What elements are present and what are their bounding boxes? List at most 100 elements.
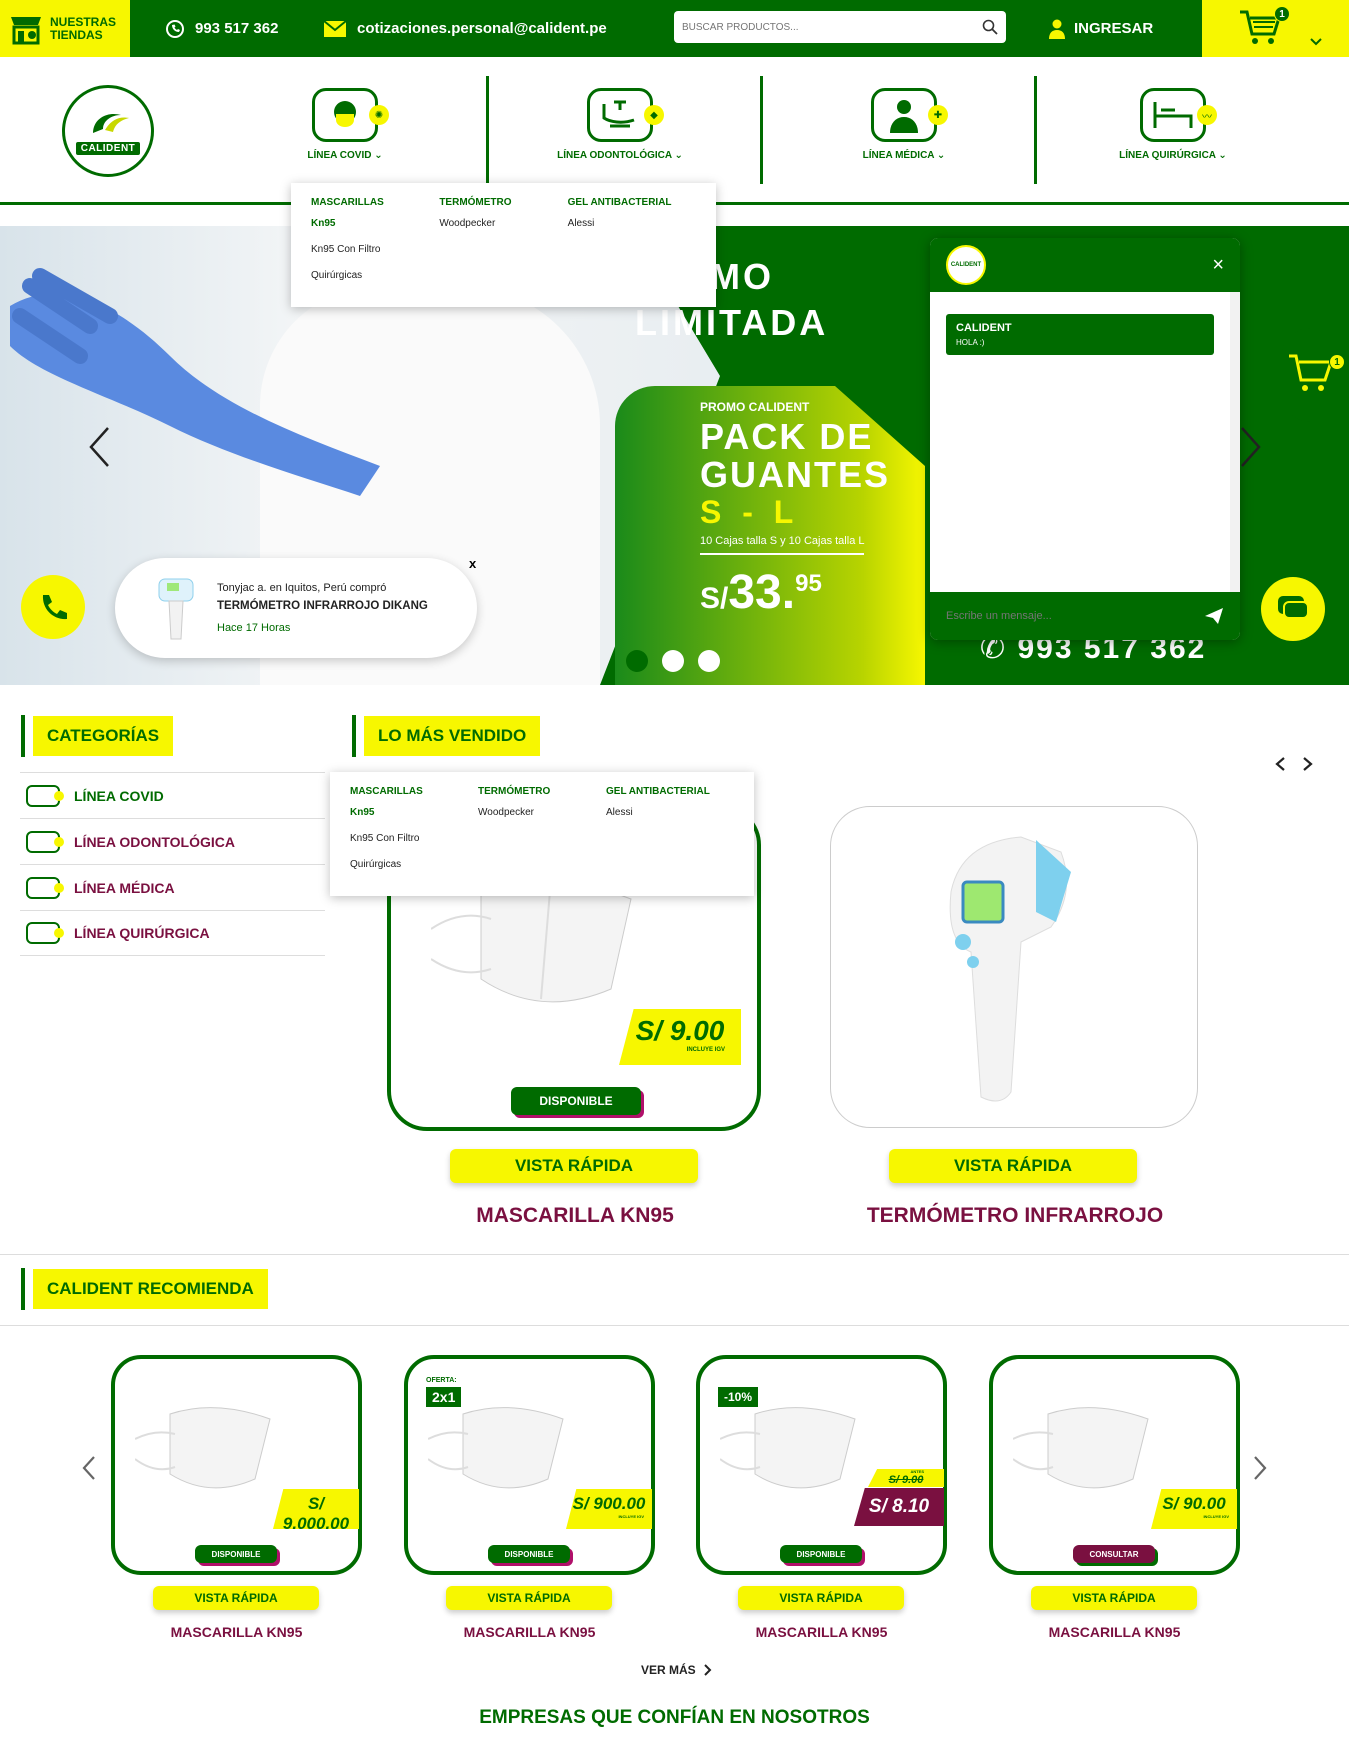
thermometer-icon xyxy=(158,578,194,640)
price-tag: S/ 9.000.00 INCLUYE IGV xyxy=(273,1489,359,1529)
dropdown-item[interactable]: Quirúrgicas xyxy=(311,270,439,281)
dental-chair-icon xyxy=(26,830,64,853)
slide-dot[interactable] xyxy=(698,650,720,672)
category-item-surgical[interactable]: LÍNEA QUIRÚRGICA xyxy=(20,910,325,956)
whatsapp-icon xyxy=(166,19,184,38)
kn95-mask-image xyxy=(720,1407,856,1489)
mask-person-icon xyxy=(26,784,64,807)
login-link[interactable]: INGRESAR xyxy=(1048,0,1153,57)
logo-wordmark: CALIDENT xyxy=(75,141,141,155)
dropdown-item[interactable]: Quirúrgicas xyxy=(350,859,478,870)
chevron-left-icon[interactable] xyxy=(82,1455,96,1481)
chevron-right-icon[interactable] xyxy=(1253,1455,1267,1481)
product-card[interactable] xyxy=(830,806,1198,1128)
chat-avatar: CALIDENT xyxy=(946,245,986,285)
dropdown-item[interactable]: Woodpecker xyxy=(439,218,567,229)
quick-view-button[interactable]: VISTA RÁPIDA xyxy=(889,1149,1137,1183)
product-card[interactable]: S/ 9.000.00 INCLUYE IGV DISPONIBLE xyxy=(111,1355,362,1575)
chat-toggle-button[interactable] xyxy=(1261,577,1325,641)
chevron-down-icon[interactable] xyxy=(1310,38,1322,46)
nav-dropdown-menu: MASCARILLAS Kn95 Kn95 Con Filtro Quirúrg… xyxy=(291,183,716,307)
dropdown-item[interactable]: Alessi xyxy=(568,218,696,229)
surgical-bed-icon xyxy=(26,922,64,944)
quick-view-button[interactable]: VISTA RÁPIDA xyxy=(446,1586,612,1610)
dropdown-item[interactable]: Kn95 xyxy=(350,807,478,818)
dropdown-column: GEL ANTIBACTERIAL Alessi xyxy=(568,197,696,293)
dropdown-heading: MASCARILLAS xyxy=(350,786,423,797)
chat-footer xyxy=(930,592,1240,640)
dropdown-item[interactable]: Kn95 Con Filtro xyxy=(350,833,478,844)
send-icon[interactable] xyxy=(1204,607,1224,625)
product-title[interactable]: MASCARILLA KN95 xyxy=(696,1624,947,1640)
product-title[interactable]: MASCARILLA KN95 xyxy=(404,1624,655,1640)
user-icon xyxy=(1049,19,1065,39)
availability-badge: DISPONIBLE xyxy=(488,1545,570,1563)
dropdown-item[interactable]: Alessi xyxy=(606,807,734,818)
dropdown-column: TERMÓMETRO Woodpecker xyxy=(478,786,606,882)
promo-big2: GUANTES xyxy=(700,454,891,495)
dropdown-heading: GEL ANTIBACTERIAL xyxy=(606,786,710,797)
see-more-link[interactable]: VER MÁS xyxy=(641,1663,712,1677)
category-item-covid[interactable]: LÍNEA COVID xyxy=(20,772,325,818)
category-item-medical[interactable]: LÍNEA MÉDICA xyxy=(20,864,325,910)
chevron-right-icon xyxy=(703,1664,712,1676)
product-title[interactable]: MASCARILLA KN95 xyxy=(989,1624,1240,1640)
nav-label-dental: LÍNEA ODONTOLÓGICA ⌄ xyxy=(557,150,683,161)
mail-icon xyxy=(323,19,347,37)
availability-badge: DISPONIBLE xyxy=(780,1545,862,1563)
top-bar: NUESTRAS TIENDAS 993 517 362 cotizacione… xyxy=(0,0,1349,57)
nav-divider xyxy=(760,76,763,184)
nav-item-surgical[interactable]: 〰 LÍNEA QUIRÚRGICA ⌄ xyxy=(1063,88,1283,161)
chat-scrollbar[interactable] xyxy=(1230,292,1240,592)
quick-view-button[interactable]: VISTA RÁPIDA xyxy=(1031,1586,1197,1610)
quick-view-button[interactable]: VISTA RÁPIDA xyxy=(738,1586,904,1610)
search-input[interactable] xyxy=(682,21,982,33)
chevron-left-icon[interactable] xyxy=(88,426,110,468)
promo-small: PROMO CALIDENT xyxy=(700,400,810,414)
nav-item-dental[interactable]: ◆ LÍNEA ODONTOLÓGICA ⌄ xyxy=(510,88,730,161)
see-more-label: VER MÁS xyxy=(641,1663,696,1677)
chat-close-button[interactable]: × xyxy=(1212,254,1224,277)
phone-link[interactable]: 993 517 362 xyxy=(165,0,278,57)
chat-input[interactable] xyxy=(946,610,1166,622)
notif-close-button[interactable]: x xyxy=(469,556,476,571)
stores-link[interactable]: NUESTRAS TIENDAS xyxy=(0,0,130,57)
product-title[interactable]: MASCARILLA KN95 xyxy=(380,1204,770,1228)
promo-price: S/33.95 xyxy=(700,566,822,619)
promo-text: PROMO CALIDENT PACK DE GUANTES S - L 10 … xyxy=(700,400,890,620)
slide-dot[interactable] xyxy=(662,650,684,672)
chevron-left-icon[interactable] xyxy=(1274,756,1286,772)
dropdown-item[interactable]: Kn95 Con Filtro xyxy=(311,244,439,255)
cart-button[interactable]: 1 xyxy=(1202,0,1349,57)
slide-dot[interactable] xyxy=(626,650,648,672)
floating-cart-button[interactable]: 1 xyxy=(1281,328,1349,422)
promo-big1: PACK DE xyxy=(700,416,874,457)
nav-item-medical[interactable]: ✚ LÍNEA MÉDICA ⌄ xyxy=(794,88,1014,161)
dropdown-item[interactable]: Kn95 xyxy=(311,218,439,229)
nav-item-covid[interactable]: ✺ LÍNEA COVID ⌄ xyxy=(235,88,455,161)
chevron-right-icon[interactable] xyxy=(1302,756,1314,772)
cart-count-badge: 1 xyxy=(1274,6,1290,22)
dropdown-item[interactable]: Woodpecker xyxy=(478,807,606,818)
notif-line1: Tonyjac a. en Iquitos, Perú compró xyxy=(217,582,387,594)
email-link[interactable]: cotizaciones.personal@calident.pe xyxy=(323,0,607,57)
nav-divider xyxy=(486,76,489,184)
product-card[interactable]: S/ 90.00 INCLUYE IGV CONSULTAR xyxy=(989,1355,1240,1575)
category-item-dental[interactable]: LÍNEA ODONTOLÓGICA xyxy=(20,818,325,864)
product-title[interactable]: TERMÓMETRO INFRARROJO xyxy=(820,1204,1210,1228)
notif-line3: Hace 17 Horas xyxy=(217,622,291,634)
product-title[interactable]: MASCARILLA KN95 xyxy=(111,1624,362,1640)
chevron-right-icon[interactable] xyxy=(1240,426,1262,468)
quick-view-button[interactable]: VISTA RÁPIDA xyxy=(450,1149,698,1183)
price-tag: S/ 9.00 INCLUYE IGV xyxy=(619,1009,741,1065)
whatsapp-button[interactable] xyxy=(21,575,85,639)
product-card[interactable]: -10% ANTES S/ 9.00 S/ 8.10 DISPONIBLE xyxy=(696,1355,947,1575)
site-logo[interactable]: CALIDENT xyxy=(62,85,154,177)
availability-badge: DISPONIBLE xyxy=(195,1545,277,1563)
quick-view-button[interactable]: VISTA RÁPIDA xyxy=(153,1586,319,1610)
product-card[interactable]: OFERTA: 2x1 S/ 900.00 INCLUYE IGV DISPON… xyxy=(404,1355,655,1575)
search-icon[interactable] xyxy=(982,19,998,35)
kn95-mask-image xyxy=(428,1407,564,1489)
old-price-tag: ANTES S/ 9.00 xyxy=(868,1469,944,1487)
recommend-heading: CALIDENT RECOMIENDA xyxy=(21,1268,268,1310)
